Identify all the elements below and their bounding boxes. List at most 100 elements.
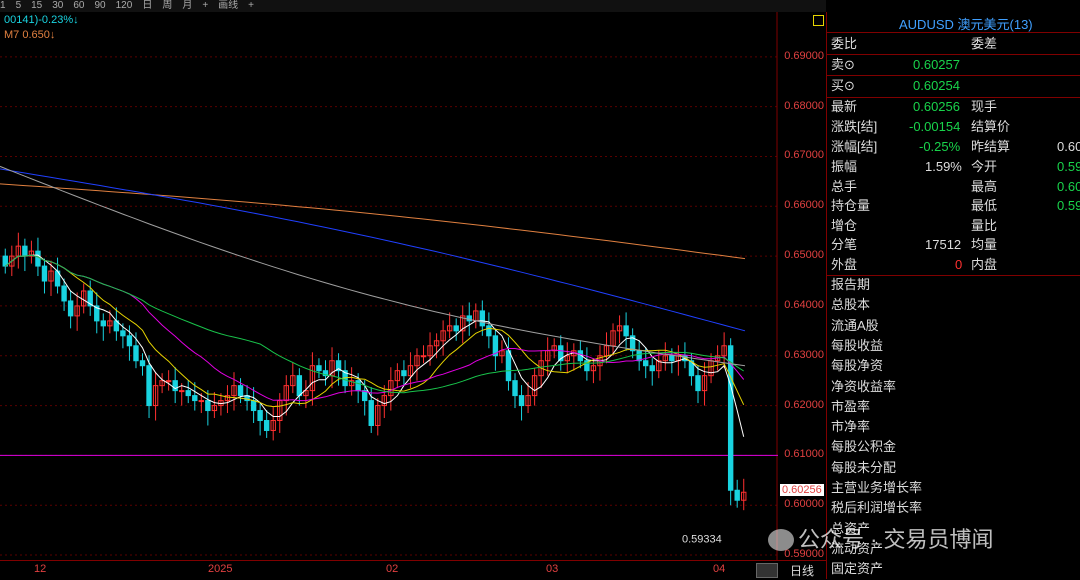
- high-label: 最高: [971, 179, 998, 194]
- settle-price-label: 结算价: [971, 119, 1011, 134]
- toolbar-item-5[interactable]: 90: [95, 0, 106, 11]
- now-hand-label: 现手: [971, 99, 998, 114]
- watermark-text: 公众号 · 交易员博闻: [798, 527, 994, 552]
- change-value: -0.00154: [909, 119, 961, 134]
- toolbar-item-12[interactable]: +: [248, 0, 254, 11]
- date-tick-4: 04: [713, 563, 726, 575]
- candle-body-106: [695, 375, 701, 392]
- toolbar-item-8[interactable]: 周: [162, 0, 172, 11]
- price-tick-5: 0.64000: [784, 298, 824, 311]
- candle-body-5: [35, 250, 41, 267]
- wechat-icon: [768, 529, 794, 551]
- pct-label: 涨幅[结]: [831, 139, 878, 154]
- candle-body-95: [623, 325, 629, 337]
- volume-label: 总手: [831, 179, 858, 194]
- price-tick-8: 0.61000: [784, 448, 824, 461]
- buy-value: 0.60254: [913, 78, 960, 93]
- prev-settle-label: 昨结算: [971, 139, 1011, 154]
- candle-body-99: [649, 365, 655, 372]
- candle-body-74: [486, 325, 492, 337]
- prev-settle-value: 0.60: [1057, 139, 1080, 154]
- candle-body-102: [669, 355, 675, 362]
- candle-body-79: [518, 395, 525, 407]
- outer-label: 外盘: [831, 257, 858, 272]
- candle-body-77: [505, 350, 512, 382]
- candle-body-78: [512, 380, 518, 397]
- indicator-line-1: 00141)-0.23%↓: [4, 14, 79, 26]
- fund-item-9: 每股未分配: [831, 459, 897, 475]
- candle-body-25: [165, 380, 172, 383]
- candle-body-98: [643, 360, 649, 367]
- quote-panel: AUDUSD 澳元美元(13) 委比 委差 卖⊙ 0.60257 买⊙ 0.60…: [813, 12, 1080, 579]
- amp-label: 振幅: [831, 159, 858, 174]
- candle-body-73: [479, 310, 486, 327]
- fund-item-10: 主营业务增长率: [831, 480, 923, 495]
- toolbar-item-1[interactable]: 5: [16, 0, 22, 11]
- candle-body-64: [420, 355, 427, 358]
- date-axis: 日线 12 2025 02 03 04: [0, 560, 826, 580]
- outer-value: 0: [955, 257, 963, 272]
- latest-value: 0.60256: [913, 99, 960, 114]
- candle-body-18: [120, 330, 126, 337]
- period-label[interactable]: 日线: [790, 562, 814, 579]
- price-tick-6: 0.63000: [784, 348, 824, 361]
- buy-label: 买⊙: [831, 78, 855, 93]
- indicator-readout: 00141)-0.23%↓ M7 0.650↓: [4, 14, 79, 41]
- price-tick-2: 0.67000: [784, 149, 824, 162]
- period-toolbar: 1 5 15 30 60 90 120 日周月 + 画线 +: [0, 0, 826, 12]
- toolbar-item-3[interactable]: 30: [52, 0, 63, 11]
- price-tick-3: 0.66000: [784, 199, 824, 212]
- candle-body-21: [139, 360, 146, 367]
- open-label: 今开: [971, 159, 998, 174]
- candle-body-29: [192, 395, 198, 402]
- ma500-line: [0, 183, 746, 260]
- fund-item-7: 市净率: [831, 419, 871, 435]
- date-tick-0: 12: [34, 563, 47, 575]
- candle-body-10: [67, 300, 74, 317]
- toolbar-item-0[interactable]: 1: [0, 0, 6, 11]
- amp-value: 1.59%: [925, 159, 962, 174]
- inner-label: 内盘: [971, 257, 998, 272]
- toolbar-item-10[interactable]: +: [202, 0, 208, 11]
- candle-body-22: [146, 365, 152, 407]
- candle-body-112: [734, 489, 740, 501]
- open-value: 0.59: [1057, 159, 1080, 174]
- candle-body-6: [41, 265, 48, 282]
- candle-body-36: [237, 385, 244, 397]
- toolbar-item-2[interactable]: 15: [31, 0, 42, 11]
- price-tick-0: 0.69000: [784, 49, 824, 62]
- latest-label: 最新: [831, 99, 858, 114]
- toolbar-item-11[interactable]: 画线: [218, 0, 238, 11]
- candle-body-9: [61, 285, 67, 302]
- fund-item-5: 净资收益率: [831, 378, 897, 394]
- candle-body-31: [205, 400, 211, 412]
- weicha-label: 委差: [971, 36, 998, 51]
- candle-body-30: [198, 400, 205, 403]
- toolbar-item-4[interactable]: 60: [73, 0, 84, 11]
- toolbar-item-7[interactable]: 日: [142, 0, 152, 11]
- oi-label: 持仓量: [831, 198, 871, 213]
- toolbar-item-9[interactable]: 月: [182, 0, 192, 11]
- candle-body-28: [185, 390, 191, 397]
- sell-label: 卖⊙: [831, 57, 855, 72]
- current-price-tag: 0.60256: [780, 484, 824, 497]
- price-axis: 0.69000 0.68000 0.67000 0.66000 0.65000 0.640…: [778, 12, 826, 560]
- change-label: 涨跌[结]: [831, 119, 878, 134]
- fund-item-0: 报告期: [831, 277, 871, 292]
- candle-body-15: [100, 320, 106, 327]
- candle-body-38: [250, 400, 257, 412]
- candlestick-chart[interactable]: 0.59334: [0, 12, 778, 560]
- scroll-box[interactable]: [756, 563, 778, 578]
- candle-body-19: [126, 335, 133, 347]
- ticks-value: 17512: [925, 237, 962, 252]
- fund-item-2: 流通A股: [831, 317, 879, 333]
- toolbar-item-6[interactable]: 120: [116, 0, 133, 11]
- candle-body-56: [368, 400, 374, 426]
- candle-body-111: [727, 345, 734, 491]
- panel-toggle-icon[interactable]: [813, 15, 824, 26]
- candle-body-3: [22, 245, 28, 257]
- candle-body-40: [263, 420, 270, 431]
- fund-item-3: 每股收益: [831, 337, 884, 353]
- fund-item-8: 每股公积金: [831, 439, 897, 455]
- candle-body-54: [355, 380, 361, 392]
